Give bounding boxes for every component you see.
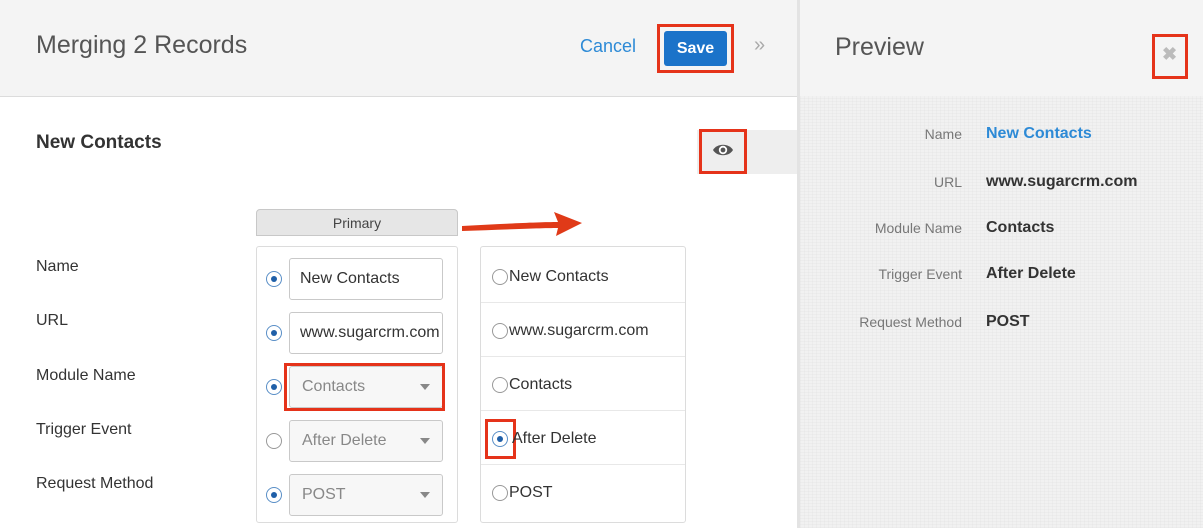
chevron-down-icon <box>420 438 430 444</box>
preview-value-module-name: Contacts <box>986 219 1055 236</box>
primary-name-input[interactable]: New Contacts <box>289 258 443 300</box>
preview-body <box>800 96 1203 528</box>
preview-title: Preview <box>835 33 924 61</box>
cancel-button[interactable]: Cancel <box>580 36 636 57</box>
field-label-name: Name <box>36 258 79 275</box>
secondary-url-value: www.sugarcrm.com <box>509 322 649 339</box>
primary-method-radio[interactable] <box>266 487 282 503</box>
module-select-highlight <box>284 363 445 411</box>
close-icon[interactable]: ✖ <box>1162 44 1177 65</box>
primary-url-input[interactable]: www.sugarcrm.com <box>289 312 443 354</box>
secondary-name-value: New Contacts <box>509 268 609 285</box>
primary-trigger-select[interactable]: After Delete <box>289 420 443 462</box>
primary-trigger-value: After Delete <box>302 432 387 449</box>
preview-value-trigger-event: After Delete <box>986 265 1076 282</box>
primary-tab: Primary <box>256 209 458 236</box>
secondary-method-radio[interactable] <box>492 485 508 501</box>
chevron-down-icon <box>420 492 430 498</box>
secondary-module-radio[interactable] <box>492 377 508 393</box>
primary-name-radio[interactable] <box>266 271 282 287</box>
arrow-right-icon <box>462 212 582 236</box>
preview-label-request-method: Request Method <box>859 314 962 330</box>
secondary-method-value: POST <box>509 484 553 501</box>
secondary-name-radio[interactable] <box>492 269 508 285</box>
primary-method-select[interactable]: POST <box>289 474 443 516</box>
primary-url-radio[interactable] <box>266 325 282 341</box>
field-label-url: URL <box>36 312 69 329</box>
field-label-trigger-event: Trigger Event <box>36 421 132 438</box>
preview-value-request-method: POST <box>986 313 1030 330</box>
secondary-url-radio[interactable] <box>492 323 508 339</box>
primary-trigger-radio[interactable] <box>266 433 282 449</box>
eye-icon[interactable] <box>711 138 735 162</box>
page-title: Merging 2 Records <box>36 31 248 59</box>
preview-label-name: Name <box>924 126 962 142</box>
primary-module-radio[interactable] <box>266 379 282 395</box>
save-button[interactable]: Save <box>664 31 727 66</box>
preview-value-name[interactable]: New Contacts <box>986 125 1092 143</box>
collapse-panel-icon[interactable]: » <box>754 34 765 57</box>
field-label-request-method: Request Method <box>36 475 154 492</box>
primary-method-value: POST <box>302 486 346 503</box>
preview-label-module-name: Module Name <box>874 220 962 236</box>
field-label-module-name: Module Name <box>36 367 136 384</box>
preview-label-url: URL <box>933 174 962 190</box>
secondary-trigger-value: After Delete <box>512 430 597 447</box>
record-title: New Contacts <box>36 132 162 153</box>
preview-label-trigger-event: Trigger Event <box>878 266 962 282</box>
secondary-module-value: Contacts <box>509 376 573 393</box>
preview-value-url: www.sugarcrm.com <box>986 173 1138 190</box>
